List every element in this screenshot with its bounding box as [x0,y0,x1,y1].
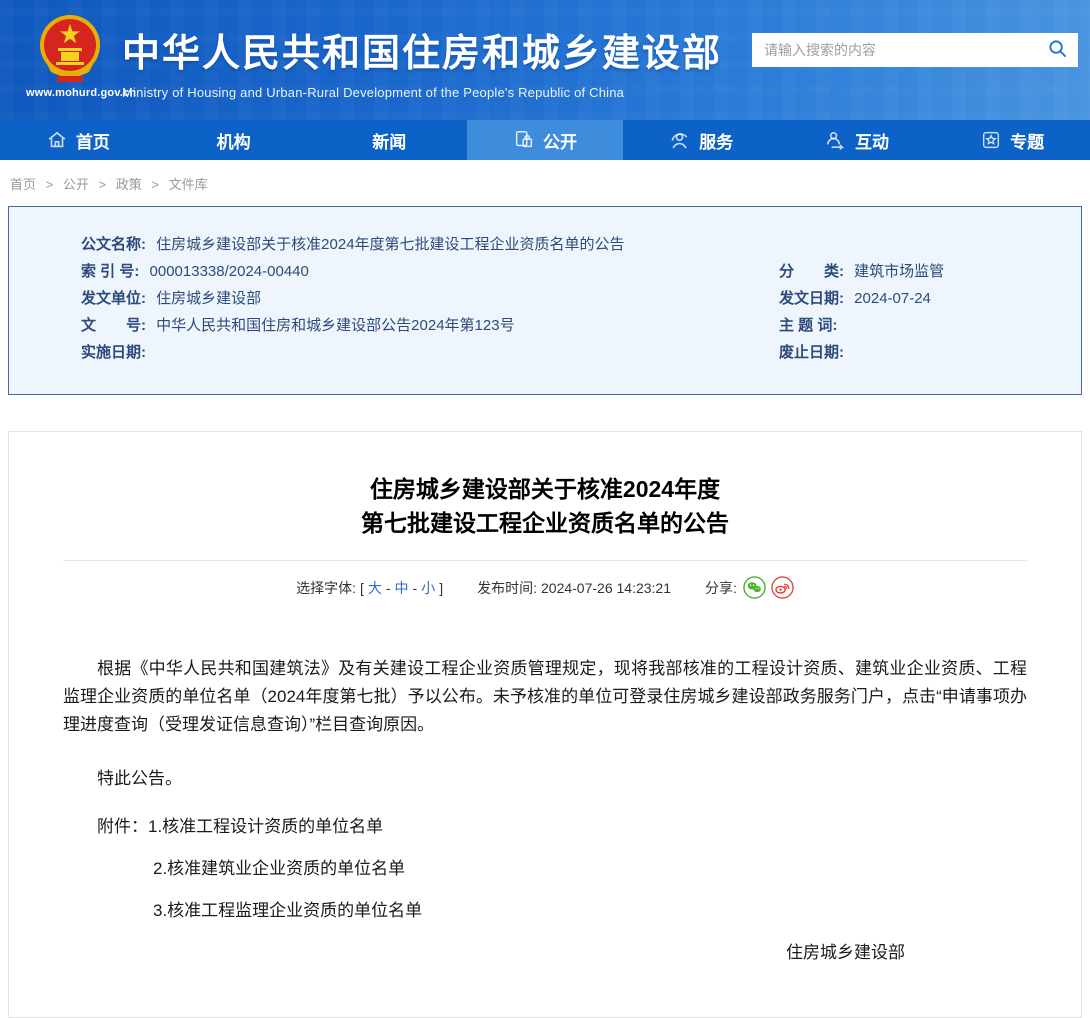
font-separator: - [386,580,391,596]
attachment-item-2: 2.核准建筑业企业资质的单位名单 [153,859,405,878]
font-select-label: 选择字体: [296,578,356,598]
index-number-label: 索 引 号: [81,263,139,280]
publish-time-value: 2024-07-26 14:23:21 [541,580,671,596]
nav-label: 互动 [855,128,889,153]
nav-label: 首页 [76,128,110,153]
attachment-item-1: 1.核准工程设计资质的单位名单 [148,817,383,836]
doc-number-label: 文 号: [81,317,146,334]
wechat-icon [743,576,766,599]
site-header: www.mohurd.gov.cn 中华人民共和国住房和城乡建设部 Minist… [0,0,1090,120]
breadcrumb-home[interactable]: 首页 [10,177,36,192]
share-wechat-button[interactable] [743,576,766,599]
home-icon [46,129,68,151]
nav-item-open-info[interactable]: 公开 [467,120,623,160]
article-signature: 住房城乡建设部 [63,939,1027,967]
site-url: www.mohurd.gov.cn [26,87,114,99]
category-label: 分 类: [779,263,844,280]
nav-item-interaction[interactable]: 互动 [779,120,935,160]
weibo-icon [771,576,794,599]
article-title: 住房城乡建设部关于核准2024年度 第七批建设工程企业资质名单的公告 [63,472,1027,540]
nav-label: 服务 [699,128,733,153]
doc-name-value: 住房城乡建设部关于核准2024年度第七批建设工程企业资质名单的公告 [156,236,624,253]
title-divider [63,560,1027,561]
nav-item-news[interactable]: 新闻 [311,120,467,160]
attachment-line-3: 3.核准工程监理企业资质的单位名单 [63,897,1027,925]
search-icon [1048,39,1067,61]
person-arrows-icon [824,129,847,152]
article-title-line2: 第七批建设工程企业资质名单的公告 [63,506,1027,540]
person-icon [668,129,691,152]
nav-item-home[interactable]: 首页 [0,120,156,160]
publish-time-label: 发布时间: [477,578,537,598]
breadcrumb-library[interactable]: 文件库 [169,177,208,192]
attachment-line-2: 2.核准建筑业企业资质的单位名单 [63,855,1027,883]
breadcrumb-separator: > [46,177,54,192]
site-title: 中华人民共和国住房和城乡建设部 [122,22,722,77]
attachment-label: 附件： [97,817,148,836]
article-body: 根据《中华人民共和国建筑法》及有关建设工程企业资质管理规定，现将我部核准的工程设… [63,655,1027,967]
search-button[interactable] [1046,39,1068,61]
meta-row-implement-repeal: 实施日期: 废止日期: [9,339,1081,366]
font-bracket-close: ] [439,580,443,596]
main-nav: 首页 机构 新闻 公开 服务 [0,120,1090,160]
nav-item-topics[interactable]: 专题 [934,120,1090,160]
category-value: 建筑市场监管 [854,263,944,280]
nav-label: 新闻 [372,128,406,153]
document-meta-box: 公文名称: 住房城乡建设部关于核准2024年度第七批建设工程企业资质名单的公告 … [8,206,1082,395]
star-square-icon [980,129,1002,151]
implement-date-label: 实施日期: [81,344,146,361]
breadcrumb-policy[interactable]: 政策 [116,177,142,192]
nav-label: 机构 [217,128,251,153]
index-number-value: 000013338/2024-00440 [150,263,309,280]
issuing-unit-label: 发文单位: [81,290,146,307]
site-logo[interactable]: www.mohurd.gov.cn [26,12,114,99]
issue-date-label: 发文日期: [779,290,844,307]
font-size-small-link[interactable]: 小 [421,578,435,598]
share-label: 分享: [705,578,737,598]
search-input[interactable] [764,42,1046,58]
meta-row-index-category: 索 引 号: 000013338/2024-00440 分 类: 建筑市场监管 [9,258,1081,285]
article-title-line1: 住房城乡建设部关于核准2024年度 [63,472,1027,506]
article-paragraph-1: 根据《中华人民共和国建筑法》及有关建设工程企业资质管理规定，现将我部核准的工程设… [63,655,1027,739]
share-weibo-button[interactable] [771,576,794,599]
breadcrumb-open-info[interactable]: 公开 [63,177,89,192]
article-toolbar: 选择字体: [ 大 - 中 - 小 ] 发布时间: 2024-07-26 14:… [63,576,1027,599]
doc-number-value: 中华人民共和国住房和城乡建设部公告2024年第123号 [156,317,514,334]
article-paragraph-2: 特此公告。 [63,765,1027,793]
issue-date-value: 2024-07-24 [854,290,931,307]
nav-label: 专题 [1010,128,1044,153]
repeal-date-label: 废止日期: [779,344,844,361]
meta-row-unit-date: 发文单位: 住房城乡建设部 发文日期: 2024-07-24 [9,285,1081,312]
article-container: 住房城乡建设部关于核准2024年度 第七批建设工程企业资质名单的公告 选择字体:… [8,431,1082,1018]
attachment-line-1: 附件：1.核准工程设计资质的单位名单 [63,813,1027,841]
breadcrumb-separator: > [99,177,107,192]
nav-item-orgs[interactable]: 机构 [156,120,312,160]
document-lock-icon [513,129,535,151]
breadcrumb-separator: > [151,177,159,192]
nav-item-services[interactable]: 服务 [623,120,779,160]
nav-label: 公开 [543,128,577,153]
meta-row-doc-name: 公文名称: 住房城乡建设部关于核准2024年度第七批建设工程企业资质名单的公告 [9,231,1081,258]
issuing-unit-value: 住房城乡建设部 [156,290,261,307]
search-box [752,33,1078,67]
site-subtitle: Ministry of Housing and Urban-Rural Deve… [122,85,722,100]
meta-row-number-keywords: 文 号: 中华人民共和国住房和城乡建设部公告2024年第123号 主 题 词: [9,312,1081,339]
attachment-item-3: 3.核准工程监理企业资质的单位名单 [153,901,422,920]
font-bracket-open: [ [360,580,364,596]
font-size-large-link[interactable]: 大 [368,578,382,598]
font-separator: - [413,580,418,596]
doc-name-label: 公文名称: [81,236,146,253]
font-size-medium-link[interactable]: 中 [395,578,409,598]
keywords-label: 主 题 词: [779,317,837,334]
national-emblem-icon [26,12,114,84]
breadcrumb: 首页 > 公开 > 政策 > 文件库 [0,160,1090,206]
